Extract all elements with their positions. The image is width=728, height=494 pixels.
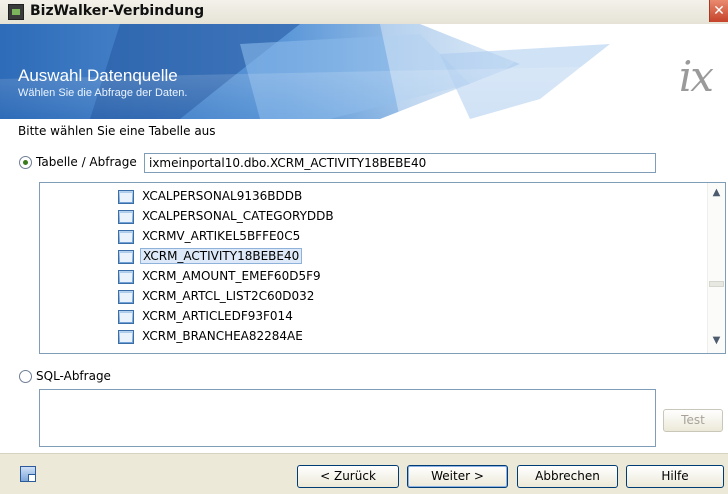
table-list-item-label: XCRM_ACTIVITY18BEBE40 — [140, 248, 303, 264]
table-list-item-label: XCALPERSONAL9136BDDB — [142, 189, 303, 203]
table-icon — [118, 190, 134, 204]
title-bar[interactable]: BizWalker-Verbindung ✕ — [0, 0, 728, 25]
scroll-thumb[interactable] — [709, 281, 724, 287]
table-icon — [118, 353, 134, 354]
close-button[interactable]: ✕ — [709, 0, 728, 22]
table-list-item-label: XCALPERSONAL_CATEGORYDDB — [142, 209, 334, 223]
table-query-field[interactable]: ixmeinportal10.dbo.XCRM_ACTIVITY18BEBE40 — [144, 153, 656, 173]
table-list-item-label: XCRM_BRANCHEA82284AE — [142, 329, 303, 343]
table-list-item-label: XCRM_AMOUNT_EMEF60D5F9 — [142, 269, 321, 283]
table-listbox[interactable]: XCALPERSONAL9136BDDB XCALPERSONAL_CATEGOR… — [39, 182, 726, 354]
table-query-radio[interactable] — [19, 156, 32, 169]
sql-query-input[interactable] — [39, 389, 656, 447]
context-help-icon[interactable] — [20, 466, 36, 482]
list-scrollbar[interactable]: ▲ ▼ — [707, 183, 725, 353]
table-query-label: Tabelle / Abfrage — [36, 155, 137, 169]
banner-subtitle: Wählen Sie die Abfrage der Daten. — [18, 87, 188, 99]
table-icon — [118, 210, 134, 224]
ix-logo: ix — [678, 52, 714, 101]
help-button[interactable]: Hilfe — [626, 465, 724, 488]
sql-query-radio[interactable] — [19, 370, 32, 383]
scroll-down-icon[interactable]: ▼ — [711, 336, 722, 346]
banner-title: Auswahl Datenquelle — [18, 66, 178, 85]
header-banner: Auswahl Datenquelle Wählen Sie die Abfra… — [0, 24, 728, 119]
window-title: BizWalker-Verbindung — [30, 3, 205, 19]
back-button[interactable]: < Zurück — [297, 465, 399, 488]
cancel-button[interactable]: Abbrechen — [517, 465, 618, 488]
table-list-item-label: XCRMV_ARTIKEL5BFFE0C5 — [142, 229, 301, 243]
app-icon — [8, 4, 24, 20]
table-icon — [118, 250, 134, 264]
dialog-window: BizWalker-Verbindung ✕ Auswahl Datenquel… — [0, 0, 728, 494]
sql-query-label: SQL-Abfrage — [36, 369, 111, 383]
footer-bar: < Zurück Weiter > Abbrechen Hilfe — [0, 453, 728, 494]
table-icon — [118, 270, 134, 284]
instruction-label: Bitte wählen Sie eine Tabelle aus — [18, 124, 216, 138]
table-icon — [118, 230, 134, 244]
table-list-item-label: XCRM_ARTCL_LIST2C60D032 — [142, 289, 315, 303]
table-icon — [118, 290, 134, 304]
scroll-up-icon[interactable]: ▲ — [711, 188, 722, 198]
table-icon — [118, 310, 134, 324]
test-button[interactable]: Test — [663, 409, 723, 432]
table-icon — [118, 330, 134, 344]
next-button[interactable]: Weiter > — [407, 465, 508, 488]
table-list-item-label: XCRM_ARTICLEDF93F014 — [142, 309, 293, 323]
